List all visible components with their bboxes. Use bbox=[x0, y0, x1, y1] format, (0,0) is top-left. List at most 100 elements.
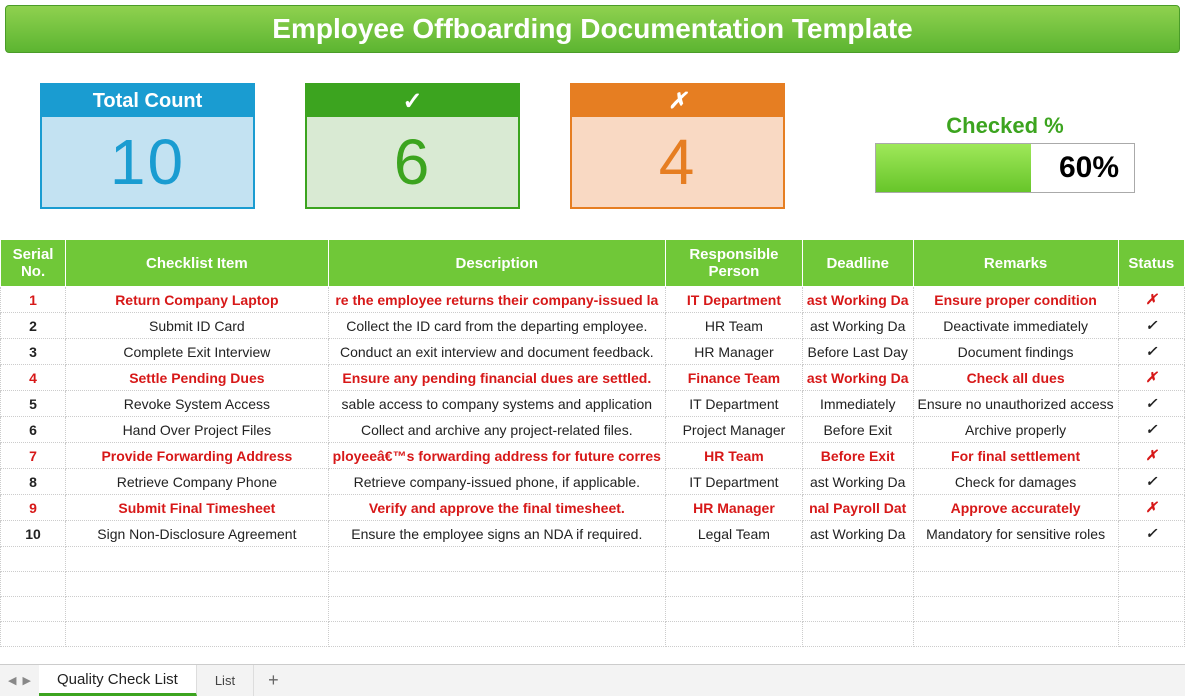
cell-description[interactable]: Retrieve company-issued phone, if applic… bbox=[328, 469, 665, 495]
cell-description[interactable]: sable access to company systems and appl… bbox=[328, 391, 665, 417]
cell-description[interactable]: Ensure the employee signs an NDA if requ… bbox=[328, 521, 665, 547]
col-item[interactable]: Checklist Item bbox=[66, 240, 329, 287]
cell-responsible[interactable]: Project Manager bbox=[665, 417, 802, 443]
cell-remarks[interactable]: Mandatory for sensitive roles bbox=[913, 521, 1118, 547]
table-row[interactable]: 7Provide Forwarding Addressployeeâ€™s fo… bbox=[1, 443, 1185, 469]
cell-remarks[interactable]: Archive properly bbox=[913, 417, 1118, 443]
cell-serial[interactable]: 1 bbox=[1, 287, 66, 313]
cell-status[interactable]: ✓ bbox=[1118, 521, 1184, 547]
col-responsible[interactable]: Responsible Person bbox=[665, 240, 802, 287]
empty-cell[interactable] bbox=[1118, 597, 1184, 622]
cell-description[interactable]: Verify and approve the final timesheet. bbox=[328, 495, 665, 521]
table-row[interactable]: 3Complete Exit InterviewConduct an exit … bbox=[1, 339, 1185, 365]
cell-description[interactable]: Collect the ID card from the departing e… bbox=[328, 313, 665, 339]
tab-prev-icon[interactable]: ◀ bbox=[8, 674, 16, 687]
empty-cell[interactable] bbox=[802, 572, 913, 597]
cell-responsible[interactable]: IT Department bbox=[665, 469, 802, 495]
cell-deadline[interactable]: Immediately bbox=[802, 391, 913, 417]
cell-serial[interactable]: 5 bbox=[1, 391, 66, 417]
empty-row[interactable] bbox=[1, 572, 1185, 597]
cell-status[interactable]: ✓ bbox=[1118, 313, 1184, 339]
cell-remarks[interactable]: Check all dues bbox=[913, 365, 1118, 391]
cell-serial[interactable]: 4 bbox=[1, 365, 66, 391]
empty-cell[interactable] bbox=[1, 572, 66, 597]
cell-deadline[interactable]: Before Exit bbox=[802, 443, 913, 469]
empty-cell[interactable] bbox=[665, 572, 802, 597]
empty-cell[interactable] bbox=[328, 622, 665, 647]
col-deadline[interactable]: Deadline bbox=[802, 240, 913, 287]
cell-item[interactable]: Return Company Laptop bbox=[66, 287, 329, 313]
cell-item[interactable]: Sign Non-Disclosure Agreement bbox=[66, 521, 329, 547]
empty-cell[interactable] bbox=[913, 572, 1118, 597]
cell-description[interactable]: Ensure any pending financial dues are se… bbox=[328, 365, 665, 391]
cell-item[interactable]: Revoke System Access bbox=[66, 391, 329, 417]
cell-status[interactable]: ✗ bbox=[1118, 287, 1184, 313]
empty-row[interactable] bbox=[1, 597, 1185, 622]
cell-item[interactable]: Submit ID Card bbox=[66, 313, 329, 339]
empty-cell[interactable] bbox=[66, 622, 329, 647]
sheet-tab-list[interactable]: List bbox=[197, 665, 254, 696]
empty-cell[interactable] bbox=[665, 622, 802, 647]
cell-status[interactable]: ✗ bbox=[1118, 495, 1184, 521]
cell-status[interactable]: ✓ bbox=[1118, 417, 1184, 443]
table-row[interactable]: 5Revoke System Accesssable access to com… bbox=[1, 391, 1185, 417]
empty-cell[interactable] bbox=[66, 597, 329, 622]
sheet-tab-quality-check-list[interactable]: Quality Check List bbox=[39, 665, 197, 696]
empty-cell[interactable] bbox=[913, 597, 1118, 622]
cell-responsible[interactable]: Legal Team bbox=[665, 521, 802, 547]
empty-cell[interactable] bbox=[913, 547, 1118, 572]
table-row[interactable]: 10Sign Non-Disclosure AgreementEnsure th… bbox=[1, 521, 1185, 547]
cell-serial[interactable]: 8 bbox=[1, 469, 66, 495]
empty-cell[interactable] bbox=[1118, 622, 1184, 647]
empty-cell[interactable] bbox=[1, 622, 66, 647]
cell-description[interactable]: ployeeâ€™s forwarding address for future… bbox=[328, 443, 665, 469]
cell-status[interactable]: ✗ bbox=[1118, 443, 1184, 469]
col-description[interactable]: Description bbox=[328, 240, 665, 287]
col-serial[interactable]: Serial No. bbox=[1, 240, 66, 287]
table-row[interactable]: 9Submit Final TimesheetVerify and approv… bbox=[1, 495, 1185, 521]
cell-deadline[interactable]: ast Working Da bbox=[802, 521, 913, 547]
cell-deadline[interactable]: ast Working Da bbox=[802, 287, 913, 313]
cell-responsible[interactable]: HR Team bbox=[665, 443, 802, 469]
cell-serial[interactable]: 6 bbox=[1, 417, 66, 443]
empty-cell[interactable] bbox=[328, 572, 665, 597]
empty-row[interactable] bbox=[1, 547, 1185, 572]
cell-responsible[interactable]: HR Team bbox=[665, 313, 802, 339]
add-sheet-button[interactable]: + bbox=[254, 665, 293, 696]
empty-cell[interactable] bbox=[665, 597, 802, 622]
empty-cell[interactable] bbox=[1, 597, 66, 622]
empty-cell[interactable] bbox=[1118, 547, 1184, 572]
col-status[interactable]: Status bbox=[1118, 240, 1184, 287]
cell-remarks[interactable]: For final settlement bbox=[913, 443, 1118, 469]
cell-item[interactable]: Submit Final Timesheet bbox=[66, 495, 329, 521]
cell-responsible[interactable]: HR Manager bbox=[665, 339, 802, 365]
cell-serial[interactable]: 3 bbox=[1, 339, 66, 365]
cell-item[interactable]: Complete Exit Interview bbox=[66, 339, 329, 365]
cell-responsible[interactable]: Finance Team bbox=[665, 365, 802, 391]
empty-row[interactable] bbox=[1, 622, 1185, 647]
empty-cell[interactable] bbox=[802, 597, 913, 622]
col-remarks[interactable]: Remarks bbox=[913, 240, 1118, 287]
cell-description[interactable]: Conduct an exit interview and document f… bbox=[328, 339, 665, 365]
cell-description[interactable]: Collect and archive any project-related … bbox=[328, 417, 665, 443]
empty-cell[interactable] bbox=[328, 597, 665, 622]
cell-deadline[interactable]: Before Last Day bbox=[802, 339, 913, 365]
cell-remarks[interactable]: Check for damages bbox=[913, 469, 1118, 495]
empty-cell[interactable] bbox=[66, 572, 329, 597]
cell-deadline[interactable]: Before Exit bbox=[802, 417, 913, 443]
cell-item[interactable]: Provide Forwarding Address bbox=[66, 443, 329, 469]
empty-cell[interactable] bbox=[1, 547, 66, 572]
cell-remarks[interactable]: Approve accurately bbox=[913, 495, 1118, 521]
cell-responsible[interactable]: IT Department bbox=[665, 391, 802, 417]
cell-responsible[interactable]: IT Department bbox=[665, 287, 802, 313]
cell-status[interactable]: ✓ bbox=[1118, 391, 1184, 417]
cell-description[interactable]: re the employee returns their company-is… bbox=[328, 287, 665, 313]
cell-responsible[interactable]: HR Manager bbox=[665, 495, 802, 521]
empty-cell[interactable] bbox=[802, 622, 913, 647]
cell-remarks[interactable]: Ensure no unauthorized access bbox=[913, 391, 1118, 417]
cell-item[interactable]: Retrieve Company Phone bbox=[66, 469, 329, 495]
cell-remarks[interactable]: Document findings bbox=[913, 339, 1118, 365]
cell-status[interactable]: ✓ bbox=[1118, 469, 1184, 495]
cell-serial[interactable]: 10 bbox=[1, 521, 66, 547]
empty-cell[interactable] bbox=[328, 547, 665, 572]
